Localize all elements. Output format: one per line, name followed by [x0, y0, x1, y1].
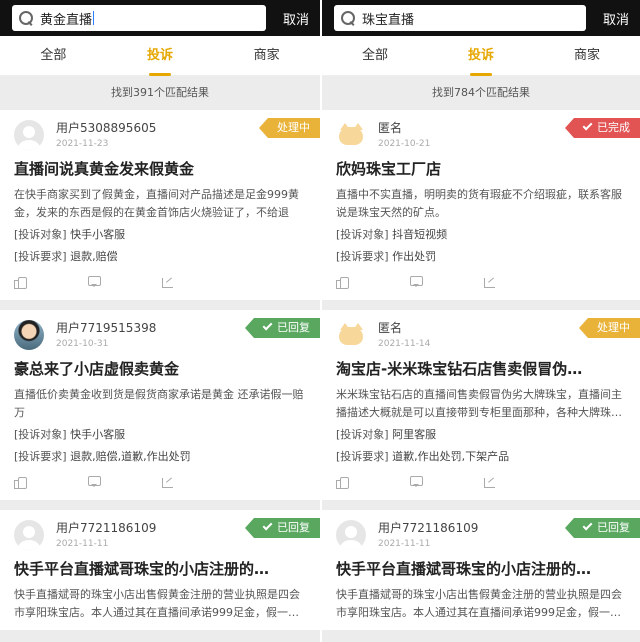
- complaint-description: 米米珠宝钻石店的直播间售卖假冒伪劣大牌珠宝，直播间主播描述大概就是可以直接带到专…: [336, 388, 622, 419]
- result-count: 找到391个匹配结果: [0, 76, 320, 110]
- search-input[interactable]: 珠宝直播: [334, 5, 586, 31]
- check-icon: [582, 120, 593, 131]
- cancel-button[interactable]: 取消: [600, 9, 632, 28]
- tab-merchants[interactable]: 商家: [227, 36, 307, 76]
- tab-merchants[interactable]: 商家: [547, 36, 627, 76]
- share-icon[interactable]: [162, 476, 174, 488]
- post-date: 2021-10-31: [56, 339, 109, 349]
- complaint-description: 直播低价卖黄金收到货是假货商家承诺是黄金 还承诺假一赔万: [14, 388, 304, 419]
- complaint-card[interactable]: 用户7721186109 2021-11-11 已回复 快手平台直播斌哥珠宝的小…: [0, 510, 320, 630]
- thumbs-up-icon[interactable]: [14, 276, 27, 289]
- complaint-demand: [投诉要求] 作出处罚: [336, 250, 437, 263]
- anonymous-cat-avatar: [336, 320, 366, 350]
- search-icon: [340, 10, 356, 26]
- complaint-demand: [投诉要求] 退款,赔偿: [14, 250, 118, 263]
- thumbs-up-icon[interactable]: [14, 476, 27, 489]
- complaint-title: 快手平台直播斌哥珠宝的小店注册的…: [336, 560, 592, 578]
- complaint-card[interactable]: 用户7719515398 2021-10-31 已回复 豪总来了小店虚假卖黄金 …: [0, 310, 320, 500]
- avatar: [14, 320, 44, 350]
- tab-all[interactable]: 全部: [13, 36, 93, 76]
- check-icon: [262, 520, 273, 531]
- search-results-pane-left: 黄金直播 取消 全部 投诉 商家 找到391个匹配结果 用户5308895605…: [0, 0, 320, 642]
- complaint-card[interactable]: 用户7721186109 2021-11-11 已回复 快手平台直播斌哥珠宝的小…: [322, 510, 640, 630]
- tab-complaints[interactable]: 投诉: [441, 36, 521, 76]
- thumbs-up-icon[interactable]: [336, 476, 349, 489]
- avatar: [14, 120, 44, 150]
- search-results-pane-right: 珠宝直播 取消 全部 投诉 商家 找到784个匹配结果 匿名 2021-10-2…: [320, 0, 640, 642]
- post-date: 2021-11-23: [56, 139, 109, 149]
- avatar: [14, 520, 44, 550]
- complaint-target: [投诉对象] 快手小客服: [14, 228, 126, 241]
- complaint-demand: [投诉要求] 退款,赔偿,道歉,作出处罚: [14, 450, 191, 463]
- search-bar: 黄金直播 取消: [0, 0, 320, 36]
- search-icon: [18, 10, 34, 26]
- comment-icon[interactable]: [410, 276, 423, 288]
- complaint-title: 直播间说真黄金发来假黄金: [14, 160, 195, 178]
- status-badge: 已完成: [565, 118, 640, 138]
- post-date: 2021-10-21: [378, 139, 431, 149]
- thumbs-up-icon[interactable]: [336, 276, 349, 289]
- avatar: [336, 520, 366, 550]
- result-count: 找到784个匹配结果: [322, 76, 640, 110]
- tab-bar: 全部 投诉 商家: [0, 36, 320, 76]
- status-badge: 已回复: [245, 518, 320, 538]
- text-cursor: [93, 11, 95, 25]
- search-input[interactable]: 黄金直播: [12, 5, 266, 31]
- complaint-title: 快手平台直播斌哥珠宝的小店注册的…: [14, 560, 270, 578]
- tab-complaints[interactable]: 投诉: [120, 36, 200, 76]
- status-badge: 处理中: [259, 118, 320, 138]
- post-date: 2021-11-11: [56, 539, 109, 549]
- status-badge: 已回复: [565, 518, 640, 538]
- search-query-text: 珠宝直播: [362, 12, 415, 28]
- search-query-text: 黄金直播: [40, 12, 93, 28]
- check-icon: [262, 320, 273, 331]
- complaint-description: 快手直播斌哥的珠宝小店出售假黄金注册的营业执照是四会市享阳珠宝店。本人通过其在直…: [336, 588, 622, 619]
- post-date: 2021-11-11: [378, 539, 431, 549]
- comment-icon[interactable]: [88, 476, 101, 488]
- search-bar: 珠宝直播 取消: [322, 0, 640, 36]
- complaint-description: 直播中不实直播，明明卖的货有瑕疵不介绍瑕疵，联系客服说是珠宝天然的矿点。: [336, 188, 622, 219]
- status-badge: 处理中: [579, 318, 640, 338]
- post-date: 2021-11-14: [378, 339, 431, 349]
- complaint-demand: [投诉要求] 道歉,作出处罚,下架产品: [336, 450, 510, 463]
- comment-icon[interactable]: [88, 276, 101, 288]
- complaint-card[interactable]: 匿名 2021-10-21 已完成 欣妈珠宝工厂店 直播中不实直播，明明卖的货有…: [322, 110, 640, 300]
- screenshot-container: 黄金直播 取消 全部 投诉 商家 找到391个匹配结果 用户5308895605…: [0, 0, 640, 642]
- complaint-title: 淘宝店-米米珠宝钻石店售卖假冒伪…: [336, 360, 583, 378]
- complaint-target: [投诉对象] 快手小客服: [14, 428, 126, 441]
- check-icon: [582, 520, 593, 531]
- complaint-title: 豪总来了小店虚假卖黄金: [14, 360, 180, 378]
- complaint-card[interactable]: 用户5308895605 2021-11-23 处理中 直播间说真黄金发来假黄金…: [0, 110, 320, 300]
- share-icon[interactable]: [484, 276, 496, 288]
- anonymous-cat-avatar: [336, 120, 366, 150]
- complaint-target: [投诉对象] 抖音短视频: [336, 228, 448, 241]
- tab-all[interactable]: 全部: [335, 36, 415, 76]
- complaint-description: 快手直播斌哥的珠宝小店出售假黄金注册的营业执照是四会市享阳珠宝店。本人通过其在直…: [14, 588, 300, 619]
- complaint-card[interactable]: 匿名 2021-11-14 处理中 淘宝店-米米珠宝钻石店售卖假冒伪… 米米珠宝…: [322, 310, 640, 500]
- complaint-description: 在快手商家买到了假黄金，直播间对产品描述是足金999黄金，发来的东西是假的在黄金…: [14, 188, 299, 219]
- comment-icon[interactable]: [410, 476, 423, 488]
- complaint-title: 欣妈珠宝工厂店: [336, 160, 442, 178]
- complaint-target: [投诉对象] 阿里客服: [336, 428, 437, 441]
- cancel-button[interactable]: 取消: [280, 9, 312, 28]
- share-icon[interactable]: [484, 476, 496, 488]
- status-badge: 已回复: [245, 318, 320, 338]
- share-icon[interactable]: [162, 276, 174, 288]
- tab-bar: 全部 投诉 商家: [322, 36, 640, 76]
